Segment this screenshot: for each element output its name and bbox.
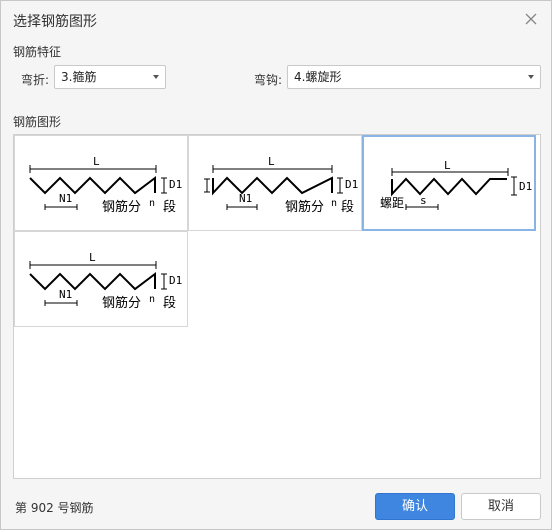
dim-D1: D1 [519,180,532,193]
dim-L: L [89,251,96,264]
spiral-shape-diagram: L D1 N1 钢筋分 n 段 [29,251,182,311]
segment-note: 钢筋分 [285,199,324,215]
spiral-shape-diagram: L D1 N1 钢筋分 n 段 [29,155,182,215]
dim-N1: N1 [59,192,72,205]
hook-select[interactable]: 4.螺旋形 [287,65,541,89]
bend-label: 弯折: [21,73,50,87]
shape-option-4[interactable]: L D1 N1 钢筋分 n 段 [14,231,188,327]
bend-select-value: 3.箍筋 [61,70,97,84]
segment-n: n [149,198,155,209]
chevron-down-icon [153,75,159,79]
dim-D1: D1 [169,274,182,287]
segment-n: n [149,294,155,305]
spiral-shape-diagram: L D1 螺距 s [380,159,532,210]
segment-suffix: 段 [163,200,176,215]
pitch-label: 螺距 [380,196,404,210]
bend-select[interactable]: 3.箍筋 [54,65,166,89]
rebar-number-status: 第 902 号钢筋 [15,501,94,515]
dim-N1: N1 [59,288,72,301]
segment-note: 钢筋分 [102,199,141,215]
spiral-shape-diagram: L D1 N1 钢筋分 n 段 [204,155,358,215]
shape-option-3[interactable]: L D1 螺距 s [362,135,536,231]
segment-suffix: 段 [341,200,354,215]
shapes-section-label: 钢筋图形 [13,115,62,129]
dim-L: L [268,155,275,168]
select-shape-dialog: 选择钢筋图形 钢筋特征 弯折: 3.箍筋 弯钩: 4.螺旋形 钢筋图形 L D1… [0,0,552,530]
cancel-button[interactable]: 取消 [461,493,541,520]
dialog-title: 选择钢筋图形 [13,14,97,30]
dim-N1: N1 [239,192,252,205]
shape-gallery: L D1 N1 钢筋分 n 段 L D1 N1 钢筋分 n 段 L D1 螺距 … [13,134,541,479]
dim-D1: D1 [169,178,182,191]
chevron-down-icon [528,75,534,79]
segment-n: n [331,198,337,209]
dim-L: L [93,155,100,168]
dim-L: L [444,159,451,172]
shape-option-2[interactable]: L D1 N1 钢筋分 n 段 [188,135,362,231]
segment-note: 钢筋分 [102,295,141,311]
shape-option-1[interactable]: L D1 N1 钢筋分 n 段 [14,135,188,231]
features-section-label: 钢筋特征 [13,45,62,59]
hook-select-value: 4.螺旋形 [294,70,342,84]
dim-D1: D1 [345,178,358,191]
dim-s: s [420,194,427,207]
segment-suffix: 段 [163,296,176,311]
close-icon[interactable] [521,9,541,29]
title-bar: 选择钢筋图形 [1,1,551,37]
hook-label: 弯钩: [254,73,283,87]
confirm-button[interactable]: 确认 [375,493,455,520]
